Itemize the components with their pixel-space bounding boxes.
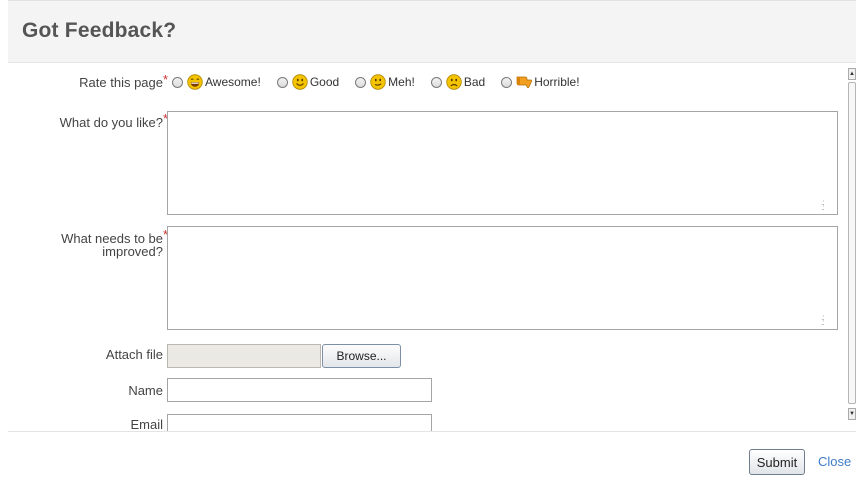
rating-option-good[interactable]: Good <box>276 74 339 90</box>
email-input[interactable] <box>167 414 432 431</box>
dialog-footer: Submit Close <box>8 431 856 481</box>
resize-grip-icon[interactable]: .:.: <box>821 199 831 212</box>
email-label: Email <box>130 417 163 431</box>
radio-awesome[interactable] <box>172 76 183 88</box>
scroll-down-arrow-icon[interactable]: ▼ <box>848 408 856 420</box>
radio-horrible[interactable] <box>501 76 513 88</box>
rating-option-horrible[interactable]: Horrible! <box>501 74 580 90</box>
meh-face-icon <box>370 74 386 90</box>
improve-textarea[interactable] <box>167 226 838 330</box>
thumbs-down-icon <box>516 76 533 89</box>
browse-button[interactable]: Browse... <box>322 344 401 368</box>
rating-option-meh[interactable]: Meh! <box>355 74 415 90</box>
dialog-title: Got Feedback? <box>22 19 177 42</box>
close-link[interactable]: Close <box>818 454 851 469</box>
name-input[interactable] <box>167 378 432 402</box>
feedback-dialog: Got Feedback? Rate this page * Awesome! <box>8 0 856 481</box>
dialog-title-bar: Got Feedback? <box>8 0 856 63</box>
rating-option-bad[interactable]: Bad <box>430 74 485 90</box>
name-label: Name <box>128 383 163 398</box>
rating-options: Awesome! Good Meh! Bad Horrible! <box>172 73 588 91</box>
scrollbar-thumb[interactable] <box>848 82 856 404</box>
radio-bad[interactable] <box>430 76 442 88</box>
required-marker: * <box>163 72 169 87</box>
sad-face-icon <box>446 74 462 90</box>
like-label: What do you like? <box>59 115 163 130</box>
laughing-face-icon <box>187 74 203 90</box>
scroll-up-arrow-icon[interactable]: ▲ <box>848 68 856 80</box>
feedback-form: Rate this page * Awesome! Good Meh! Bad … <box>8 63 856 431</box>
like-textarea[interactable] <box>167 111 838 215</box>
file-path-field[interactable] <box>167 344 321 368</box>
resize-grip-icon[interactable]: .:.: <box>821 314 831 327</box>
smiling-face-icon <box>292 74 308 90</box>
rating-option-awesome[interactable]: Awesome! <box>172 74 261 90</box>
attach-label: Attach file <box>105 347 163 362</box>
improve-label: What needs to be improved? <box>61 231 163 259</box>
form-scrollbar[interactable]: ▲ ▼ <box>848 68 856 428</box>
radio-meh[interactable] <box>355 76 367 88</box>
rating-label: Rate this page <box>79 75 163 90</box>
submit-button[interactable]: Submit <box>749 449 805 475</box>
radio-good[interactable] <box>276 76 288 88</box>
